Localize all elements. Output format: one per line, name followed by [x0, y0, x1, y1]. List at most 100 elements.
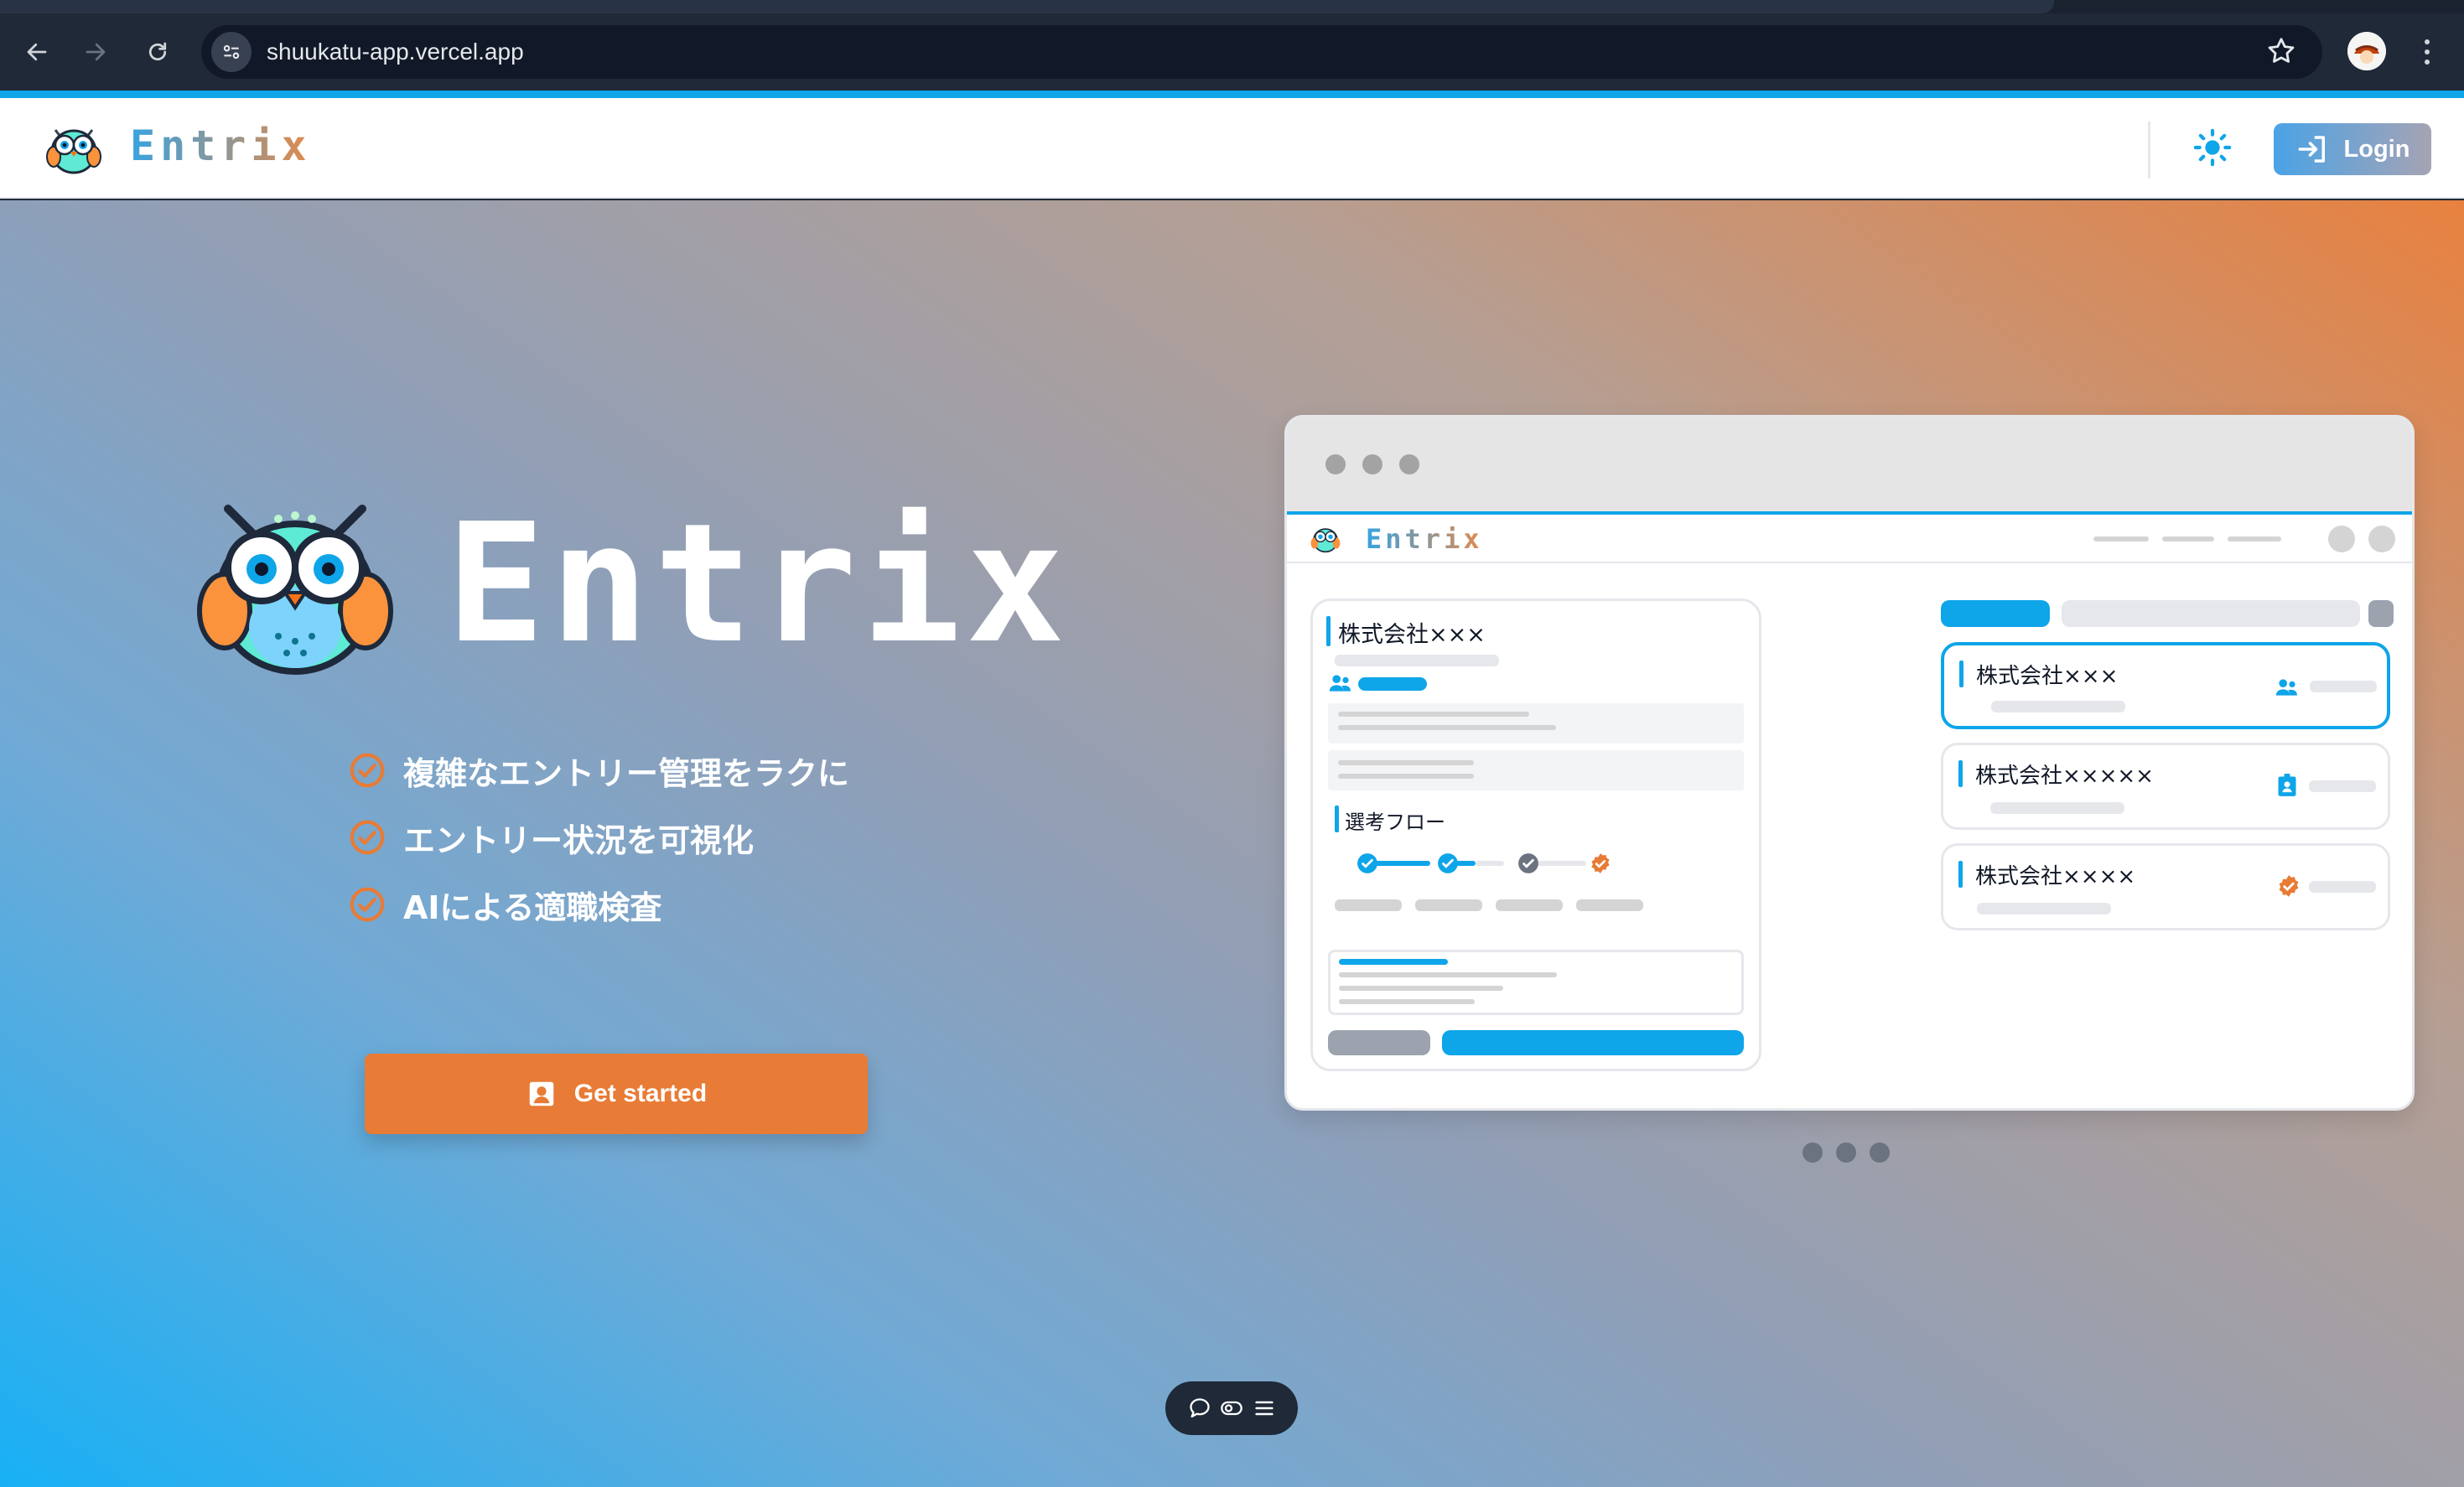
reload-icon [148, 42, 167, 61]
placeholder-filter [2368, 600, 2394, 627]
feature-text: 複雑なエントリー管理をラクに [403, 754, 850, 792]
login-label: Login [2343, 135, 2410, 163]
placeholder-line [1415, 899, 1482, 911]
reload-button[interactable] [139, 34, 176, 70]
placeholder-line [1339, 959, 1448, 965]
window-dot [1362, 454, 1382, 474]
id-badge-icon [2278, 774, 2296, 796]
theme-toggle-button[interactable] [2190, 125, 2235, 170]
list-company-name: 株式会社×××× [1975, 864, 2136, 889]
accent-bar [1959, 661, 1963, 687]
check-circle-icon [350, 753, 385, 788]
login-icon [2298, 136, 2325, 163]
check-circle-icon [350, 887, 385, 922]
placeholder-search [2062, 600, 2360, 627]
browser-chrome: shuukatu-app.vercel.app [0, 0, 2464, 98]
owl-logo-icon[interactable] [44, 120, 104, 175]
brand-name[interactable]: Entrix [130, 122, 312, 170]
feature-text: エントリー状況を可視化 [403, 821, 755, 859]
sun-icon [2193, 128, 2232, 167]
feature-list: 複雑なエントリー管理をラクに エントリー状況を可視化 AIによる適職検査 [348, 737, 849, 938]
preview-list-card: 株式会社××××× [1941, 743, 2390, 830]
header-divider [2148, 122, 2150, 179]
placeholder-tab [1941, 600, 2050, 627]
feature-item: AIによる適職検査 [348, 871, 849, 938]
carousel-indicators [1803, 1142, 1890, 1163]
arrow-left-icon [27, 43, 47, 61]
login-button[interactable]: Login [2274, 123, 2431, 175]
address-bar[interactable]: shuukatu-app.vercel.app [201, 25, 2322, 79]
menu-icon[interactable] [1253, 1396, 1276, 1420]
preview-titlebar [1287, 417, 2412, 511]
feature-item: エントリー状況を可視化 [348, 804, 849, 871]
placeholder-circle [2328, 526, 2355, 552]
placeholder-line [1990, 802, 2124, 814]
bookmark-star-icon[interactable] [2265, 35, 2297, 70]
step-pending-icon [1518, 853, 1538, 873]
placeholder-line [2228, 536, 2281, 541]
list-company-name: 株式会社××× [1976, 664, 2119, 689]
carousel-dot[interactable] [1870, 1142, 1890, 1163]
floating-toolbar [1165, 1381, 1298, 1435]
preview-brand: Entrix [1366, 523, 1483, 555]
list-company-name: 株式会社××××× [1975, 764, 2154, 789]
feature-text: AIによる適職検査 [403, 889, 662, 926]
placeholder-button [1442, 1030, 1744, 1055]
placeholder-line [2162, 536, 2214, 541]
get-started-button[interactable]: Get started [365, 1054, 868, 1134]
url-text: shuukatu-app.vercel.app [267, 39, 524, 65]
accent-bar [1326, 616, 1331, 646]
status-pill [1358, 677, 1427, 691]
placeholder-line [2310, 681, 2377, 692]
feature-item: 複雑なエントリー管理をラクに [348, 737, 849, 804]
placeholder-line [1338, 712, 1529, 717]
owl-logo-icon [1310, 528, 1341, 553]
placeholder-button [1328, 1030, 1430, 1055]
carousel-dot[interactable] [1836, 1142, 1856, 1163]
eye-toggle-icon[interactable] [1220, 1396, 1243, 1420]
hero-section: Entrix 複雑なエントリー管理をラクに エントリー状況を可視化 AIによる適… [0, 200, 2464, 1487]
accent-bar [1958, 760, 1963, 787]
hero-title: Entrix [446, 489, 1071, 680]
placeholder-line [1338, 725, 1556, 730]
step-complete-icon [1357, 853, 1377, 873]
accent-bar [1958, 861, 1963, 888]
user-card-icon [529, 1081, 554, 1106]
browser-menu-button[interactable] [2415, 34, 2440, 70]
tab-strip [0, 0, 2464, 13]
detail-company-name: 株式会社××× [1338, 622, 1486, 648]
verified-icon [2279, 875, 2299, 897]
verified-icon [1591, 853, 1610, 873]
preview-list-card: 株式会社××× [1941, 642, 2390, 729]
profile-avatar[interactable] [2347, 32, 2386, 70]
window-dot [1325, 454, 1346, 474]
back-button[interactable] [18, 34, 55, 70]
forward-button[interactable] [77, 34, 114, 70]
placeholder-line [1335, 655, 1499, 666]
accent-bar [1335, 806, 1339, 832]
owl-mascot-icon [195, 494, 396, 678]
placeholder-line [1496, 899, 1563, 911]
placeholder-line [1339, 986, 1503, 991]
app-header: Entrix Login [0, 98, 2464, 199]
carousel-dot[interactable] [1803, 1142, 1823, 1163]
placeholder-line [1339, 972, 1557, 977]
comment-icon[interactable] [1188, 1396, 1211, 1420]
placeholder-circle [2368, 526, 2395, 552]
step-complete-icon [1438, 853, 1458, 873]
get-started-label: Get started [573, 1080, 708, 1107]
site-settings-icon[interactable] [211, 32, 252, 72]
placeholder-line [2093, 536, 2149, 541]
placeholder-line [1335, 899, 1402, 911]
placeholder-line [1977, 903, 2111, 914]
preview-note-box [1328, 950, 1744, 1015]
loading-accent-bar [0, 91, 2464, 98]
preview-detail-card: 株式会社××× 選考フロー [1310, 598, 1761, 1071]
placeholder-line [1338, 774, 1474, 779]
placeholder-block [1328, 703, 1744, 744]
selection-flow-label: 選考フロー [1345, 811, 1445, 834]
people-icon [2275, 679, 2297, 696]
flow-line [1476, 861, 1504, 866]
placeholder-line [1339, 999, 1475, 1004]
active-tab[interactable] [0, 0, 2054, 13]
